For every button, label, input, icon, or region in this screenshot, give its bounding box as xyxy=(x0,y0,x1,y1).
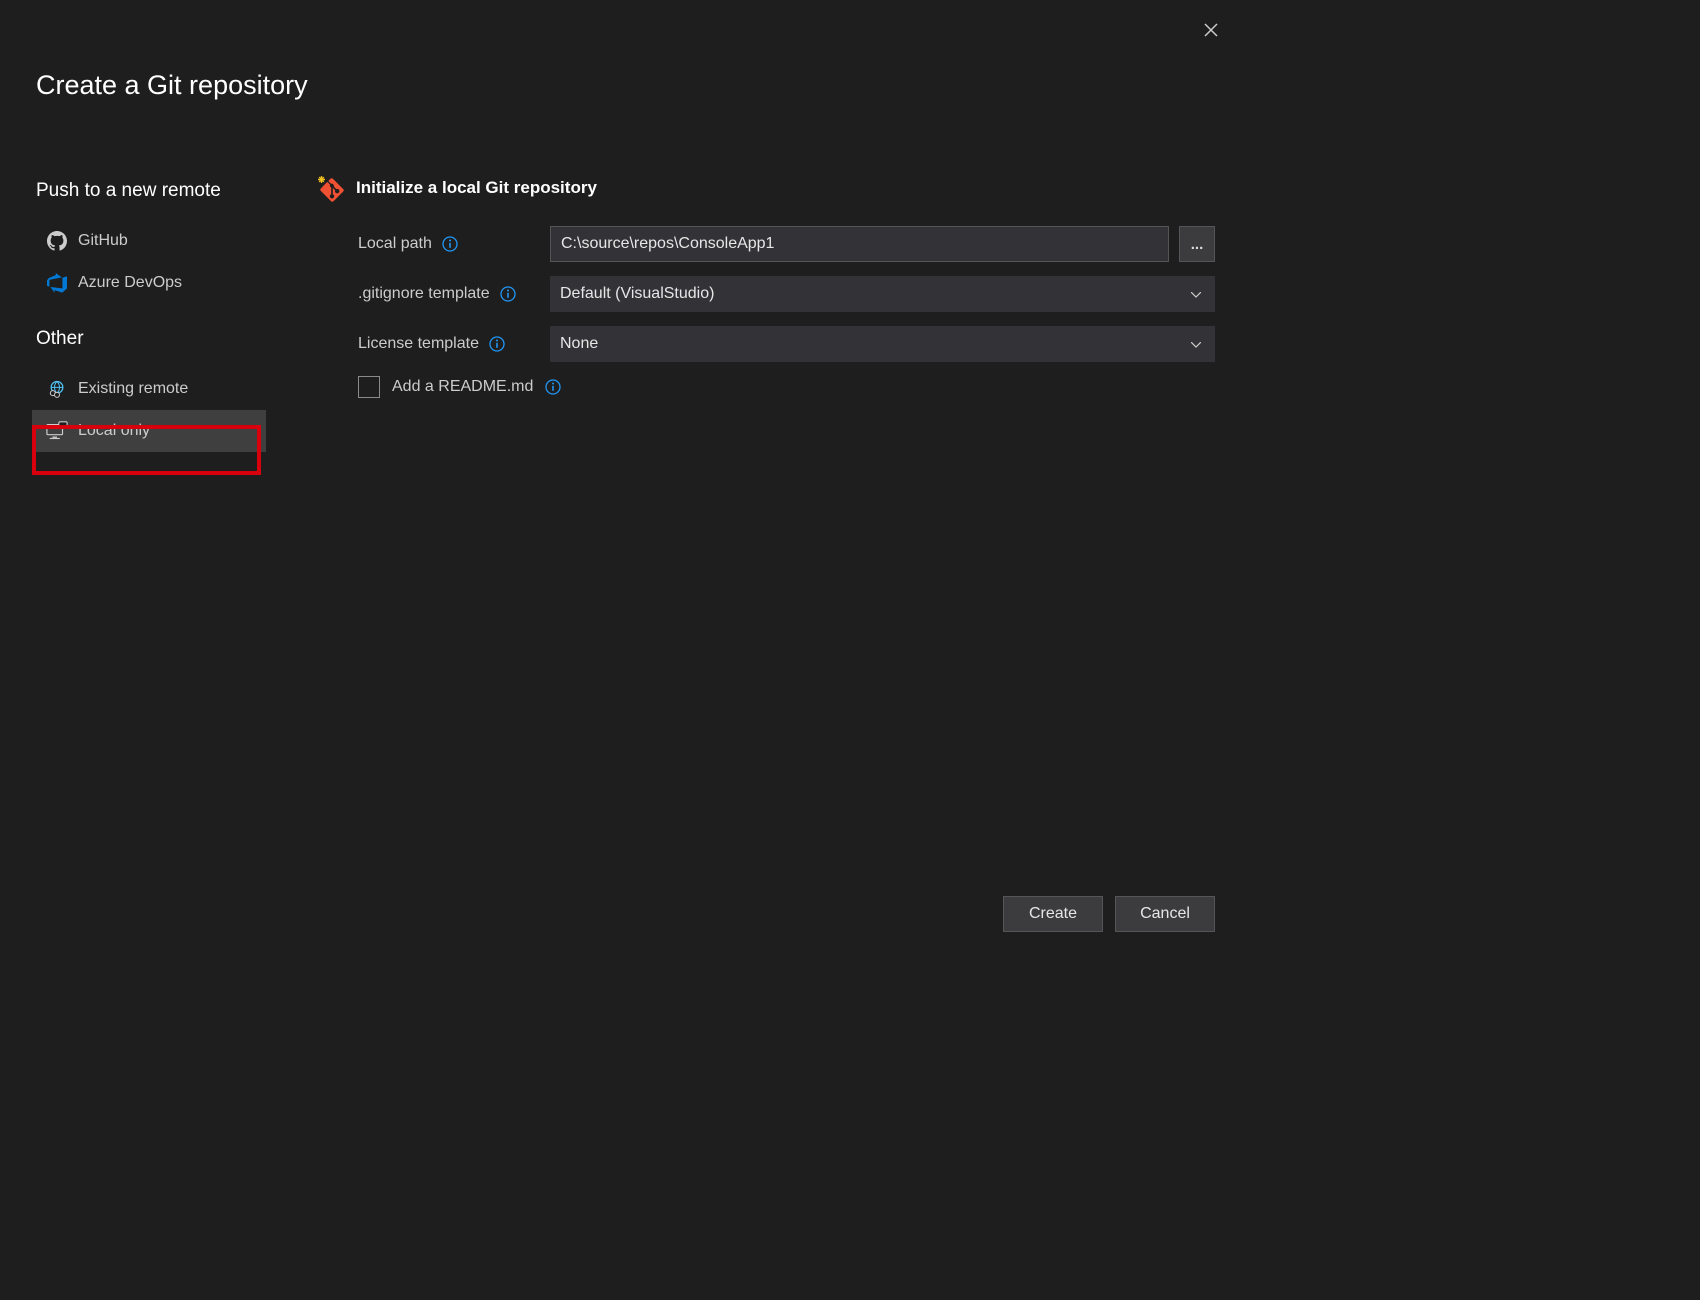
main-header: Initialize a local Git repository xyxy=(318,176,1215,200)
gitignore-dropdown-value: Default (VisualStudio) xyxy=(560,285,714,303)
main-heading: Initialize a local Git repository xyxy=(356,178,597,198)
info-icon[interactable] xyxy=(489,336,505,352)
form-row-license: License template None xyxy=(318,326,1215,362)
sidebar-item-existing-remote[interactable]: Existing remote xyxy=(32,368,266,410)
local-computer-icon xyxy=(46,420,68,442)
sidebar-item-label: GitHub xyxy=(78,232,128,250)
license-label: License template xyxy=(358,335,479,353)
license-dropdown[interactable]: None xyxy=(550,326,1215,362)
chevron-down-icon xyxy=(1191,335,1201,353)
create-button[interactable]: Create xyxy=(1003,896,1103,932)
sidebar-item-label: Azure DevOps xyxy=(78,274,182,292)
globe-link-icon xyxy=(46,378,68,400)
git-repository-icon xyxy=(318,176,342,200)
close-button[interactable] xyxy=(1199,18,1223,42)
gitignore-dropdown[interactable]: Default (VisualStudio) xyxy=(550,276,1215,312)
sidebar-item-github[interactable]: GitHub xyxy=(32,220,266,262)
sidebar-item-label: Local only xyxy=(78,422,150,440)
dialog-footer: Create Cancel xyxy=(1003,896,1215,932)
readme-checkbox[interactable] xyxy=(358,376,380,398)
sidebar-item-local-only[interactable]: Local only xyxy=(32,410,266,452)
azure-devops-icon xyxy=(46,272,68,294)
gitignore-label: .gitignore template xyxy=(358,285,490,303)
cancel-button[interactable]: Cancel xyxy=(1115,896,1215,932)
info-icon[interactable] xyxy=(545,379,561,395)
form-row-local-path: Local path ... xyxy=(318,226,1215,262)
form-row-readme: Add a README.md xyxy=(318,376,1215,398)
info-icon[interactable] xyxy=(500,286,516,302)
license-dropdown-value: None xyxy=(560,335,598,353)
chevron-down-icon xyxy=(1191,285,1201,303)
main-panel: Initialize a local Git repository Local … xyxy=(318,176,1215,398)
sidebar-item-label: Existing remote xyxy=(78,380,188,398)
github-icon xyxy=(46,230,68,252)
sidebar-heading-remote: Push to a new remote xyxy=(36,180,266,202)
readme-label: Add a README.md xyxy=(392,378,533,396)
dialog-title: Create a Git repository xyxy=(36,70,308,101)
local-path-input[interactable] xyxy=(550,226,1169,262)
sidebar-heading-other: Other xyxy=(36,328,266,350)
sidebar-item-azure-devops[interactable]: Azure DevOps xyxy=(32,262,266,304)
form-row-gitignore: .gitignore template Default (VisualStudi… xyxy=(318,276,1215,312)
browse-button[interactable]: ... xyxy=(1179,226,1215,262)
local-path-label: Local path xyxy=(358,235,432,253)
close-icon xyxy=(1204,23,1218,37)
info-icon[interactable] xyxy=(442,236,458,252)
sidebar: Push to a new remote GitHub Azure DevOps… xyxy=(36,180,266,452)
